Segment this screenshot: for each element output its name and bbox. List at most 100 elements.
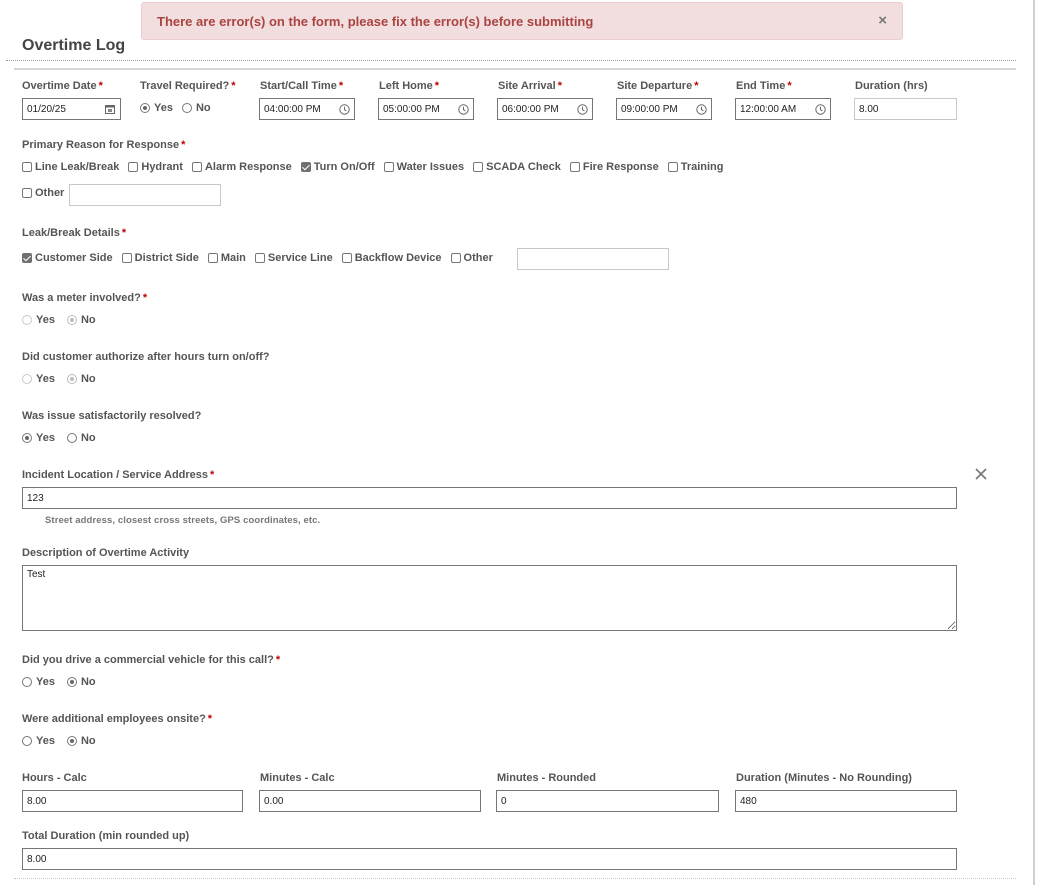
checkbox[interactable] [191, 162, 202, 172]
close-icon[interactable] [974, 467, 988, 481]
clock-icon[interactable] [814, 103, 826, 115]
total-duration-input[interactable]: 8.00 [22, 848, 957, 870]
meter-involved-no[interactable]: No [66, 314, 96, 326]
overtime-date-label: Overtime Date * [22, 80, 103, 92]
leak-main[interactable]: Main [207, 252, 246, 264]
checkbox[interactable] [22, 253, 32, 263]
site-departure-input[interactable]: 09:00:00 PM [616, 98, 712, 120]
additional-employees-no[interactable]: No [66, 735, 96, 747]
leak-backflow-device[interactable]: Backflow Device [341, 252, 442, 264]
leak-service-line[interactable]: Service Line [254, 252, 333, 264]
required-marker: * [210, 469, 215, 481]
radio-button[interactable] [140, 103, 150, 113]
reason-water-issues[interactable]: Water Issues [383, 161, 464, 173]
reason-other[interactable]: Other [22, 187, 64, 199]
reason-scada-check[interactable]: SCADA Check [473, 161, 561, 173]
issue-resolved-yes[interactable]: Yes [22, 432, 55, 444]
commercial-vehicle-yes[interactable]: Yes [22, 676, 55, 688]
checkbox[interactable] [254, 253, 265, 263]
leak-other[interactable]: Other [450, 252, 493, 264]
leak-customer-side[interactable]: Customer Side [22, 252, 113, 264]
end-time-input[interactable]: 12:00:00 AM [735, 98, 831, 120]
option-label: Backflow Device [354, 252, 442, 264]
radio-button[interactable] [22, 677, 32, 687]
checkbox[interactable] [22, 162, 32, 172]
clock-icon[interactable] [338, 103, 350, 115]
checkbox[interactable] [300, 162, 311, 172]
calendar-icon[interactable] [104, 103, 116, 115]
customer-authorize-yes[interactable]: Yes [22, 373, 55, 385]
reason-alarm-response[interactable]: Alarm Response [191, 161, 292, 173]
duration-no-rounding-input[interactable]: 480 [735, 790, 957, 812]
reason-hydrant[interactable]: Hydrant [128, 161, 183, 173]
travel-required-group: Yes No [140, 102, 220, 114]
customer-authorize-no[interactable]: No [66, 373, 96, 385]
checkbox[interactable] [341, 253, 352, 263]
travel-required-yes[interactable]: Yes [140, 102, 173, 114]
option-label: District Side [134, 252, 199, 264]
primary-reason-group: Line Leak/Break Hydrant Alarm Response T… [22, 161, 733, 173]
checkbox[interactable] [207, 253, 218, 263]
error-alert-message: There are error(s) on the form, please f… [157, 13, 594, 29]
checkbox[interactable] [128, 162, 139, 172]
option-label: No [80, 432, 96, 444]
reason-line-leak-break[interactable]: Line Leak/Break [22, 161, 119, 173]
radio-button[interactable] [22, 315, 32, 325]
minutes-rounded-input[interactable]: 0 [496, 790, 719, 812]
additional-employees-yes[interactable]: Yes [22, 735, 55, 747]
minutes-calc-input[interactable]: 0.00 [259, 790, 481, 812]
required-marker: * [98, 80, 103, 92]
commercial-vehicle-label: Did you drive a commercial vehicle for t… [22, 654, 280, 666]
description-textarea[interactable]: Test [22, 565, 957, 631]
duration-hrs-input[interactable]: 8.00 [854, 98, 957, 120]
overtime-date-input[interactable]: 01/20/25 [22, 98, 121, 120]
required-marker: * [557, 80, 562, 92]
checkbox[interactable] [667, 162, 678, 172]
checkbox[interactable] [569, 162, 580, 172]
site-arrival-input[interactable]: 06:00:00 PM [497, 98, 593, 120]
label-text: Site Departure [617, 80, 693, 92]
incident-location-input[interactable]: 123 [22, 487, 957, 509]
reason-turn-on-off[interactable]: Turn On/Off [300, 161, 375, 173]
label-text: Start/Call Time [260, 80, 337, 92]
section-divider [14, 68, 1016, 70]
scrollbar-track[interactable] [1033, 0, 1035, 885]
radio-button[interactable] [22, 736, 32, 746]
radio-button[interactable] [22, 374, 32, 384]
checkbox[interactable] [450, 253, 461, 263]
clock-icon[interactable] [457, 103, 469, 115]
label-text: Left Home [379, 80, 433, 92]
additional-employees-label: Were additional employees onsite? * [22, 713, 212, 725]
reason-other-input[interactable] [69, 184, 221, 206]
radio-button[interactable] [66, 677, 77, 687]
radio-button[interactable] [66, 433, 77, 443]
reason-fire-response[interactable]: Fire Response [569, 161, 659, 173]
radio-button[interactable] [66, 736, 77, 746]
clock-icon[interactable] [576, 103, 588, 115]
meter-involved-yes[interactable]: Yes [22, 314, 55, 326]
hours-calc-input[interactable]: 8.00 [22, 790, 243, 812]
travel-required-no[interactable]: No [181, 102, 211, 114]
start-call-time-input[interactable]: 04:00:00 PM [259, 98, 355, 120]
checkbox[interactable] [121, 253, 132, 263]
label-text: Primary Reason for Response [22, 139, 180, 151]
reason-other-row: Other [22, 187, 73, 199]
option-label: Training [680, 161, 724, 173]
close-icon[interactable]: × [878, 13, 887, 29]
issue-resolved-no[interactable]: No [66, 432, 96, 444]
end-time-value: 12:00:00 AM [740, 103, 797, 115]
radio-button[interactable] [181, 103, 192, 113]
checkbox[interactable] [473, 162, 484, 172]
checkbox[interactable] [383, 162, 394, 172]
commercial-vehicle-no[interactable]: No [66, 676, 96, 688]
clock-icon[interactable] [695, 103, 707, 115]
leak-other-input[interactable] [517, 248, 669, 270]
bottom-divider [14, 878, 1016, 879]
radio-button[interactable] [66, 315, 77, 325]
radio-button[interactable] [22, 433, 32, 443]
radio-button[interactable] [66, 374, 77, 384]
left-home-input[interactable]: 05:00:00 PM [378, 98, 474, 120]
reason-training[interactable]: Training [667, 161, 724, 173]
checkbox[interactable] [22, 188, 32, 198]
leak-district-side[interactable]: District Side [121, 252, 199, 264]
